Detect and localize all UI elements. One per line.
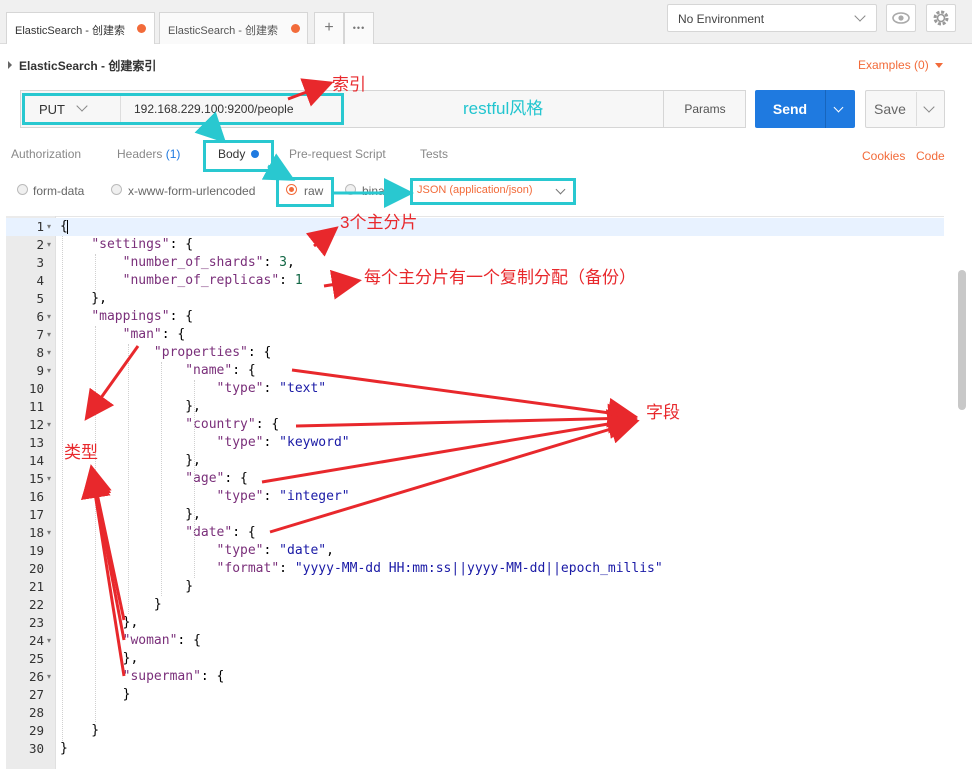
annotation-arrows bbox=[80, 78, 640, 677]
